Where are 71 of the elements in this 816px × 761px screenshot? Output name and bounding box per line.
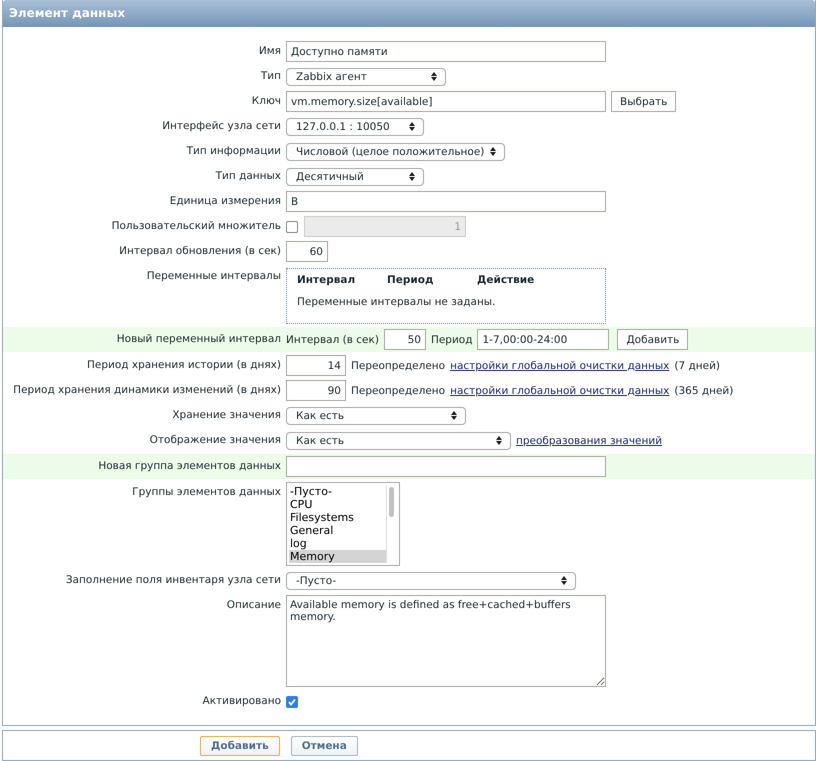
column-header: Интервал [297, 274, 356, 286]
dropdown[interactable]: Как есть [286, 406, 466, 424]
field-label: Группы элементов данных [131, 485, 281, 500]
dropdown[interactable]: Как есть [286, 432, 511, 450]
updown-arrow-icon [496, 436, 502, 445]
days-note: (365 дней) [674, 384, 734, 396]
list-item[interactable]: log [289, 537, 386, 550]
updown-arrow-icon [561, 576, 567, 585]
list-item[interactable]: Memory [289, 550, 386, 563]
updown-arrow-icon [451, 411, 457, 420]
field-label: Интерфейс узла сети [161, 119, 281, 134]
override-note: Переопределено [351, 384, 446, 396]
field-label: Переменные интервалы [146, 269, 281, 284]
field-label: Активировано [202, 694, 281, 709]
field-label: Новая группа элементов данных [97, 459, 281, 474]
list-item[interactable]: Filesystems [289, 511, 386, 524]
days-field[interactable]: 14 [286, 355, 346, 376]
description-textarea[interactable]: Available memory is defined as free+cached+buffers memory. [286, 595, 606, 687]
updown-arrow-icon [409, 122, 415, 131]
field-label: Интервал обновления (в сек) [118, 244, 281, 259]
field-label: Хранение значения [171, 408, 281, 423]
field-label: Период хранения динамики изменений (в днях) [12, 383, 281, 398]
checkbox[interactable] [286, 696, 298, 708]
list-item[interactable]: -Пусто- [289, 485, 386, 498]
dropdown[interactable]: Zabbix агент [286, 68, 446, 86]
field-label: Тип [260, 69, 281, 84]
updown-arrow-icon [431, 72, 437, 81]
dropdown[interactable]: -Пусто- [286, 572, 576, 590]
global-settings-link[interactable]: настройки глобальной очистки данных [450, 384, 670, 396]
field-label: Заполнение поля инвентаря узла сети [64, 573, 281, 588]
text-field[interactable]: Доступно памяти [286, 41, 606, 62]
groups-listbox[interactable]: -Пусто- CPU Filesystems General log Memory [286, 482, 400, 566]
field-label: Тип данных [214, 169, 281, 184]
period-field[interactable]: 1-7,00:00-24:00 [477, 329, 610, 350]
interval-label: Интервал (в сек) [286, 334, 379, 346]
dropdown[interactable]: Десятичный [286, 168, 424, 186]
days-note: (7 дней) [674, 360, 720, 372]
period-label: Период [430, 334, 472, 346]
field-label: Отображение значения [148, 433, 281, 448]
list-item[interactable]: General [289, 524, 386, 537]
field-label: Имя [258, 44, 281, 59]
override-note: Переопределено [351, 360, 446, 372]
select-button[interactable]: Выбрать [611, 91, 676, 112]
field-label: Пользовательский множитель [110, 219, 281, 234]
updown-arrow-icon [490, 147, 496, 156]
field-label: Тип информации [186, 144, 281, 159]
window-title: Элемент данных [3, 0, 815, 27]
field-label: Период хранения истории (в днях) [86, 358, 281, 373]
updown-arrow-icon [409, 172, 415, 181]
field-label: Описание [226, 598, 281, 613]
field-label: Единица измерения [168, 194, 281, 209]
field-label: Новый переменный интервал [116, 332, 281, 347]
link[interactable]: преобразования значений [516, 434, 662, 446]
column-header: Действие [477, 274, 536, 286]
dropdown[interactable]: Числовой (целое положительное) [286, 142, 506, 160]
add-button[interactable]: Добавить [200, 736, 280, 756]
text-field[interactable] [286, 456, 606, 477]
days-field[interactable]: 90 [286, 380, 346, 401]
list-item[interactable]: CPU [289, 498, 386, 511]
dropdown[interactable]: 127.0.0.1 : 10050 [286, 118, 424, 136]
text-field[interactable]: vm.memory.size[available] [286, 91, 606, 112]
number-field[interactable]: 60 [286, 241, 328, 262]
field-label: Ключ [250, 94, 281, 109]
text-field[interactable]: B [286, 191, 606, 212]
global-settings-link[interactable]: настройки глобальной очистки данных [450, 360, 670, 372]
add-button[interactable]: Добавить [617, 329, 688, 350]
scrollbar[interactable] [386, 485, 397, 563]
interval-field[interactable]: 50 [384, 329, 426, 350]
column-header: Период [387, 274, 434, 286]
cancel-button[interactable]: Отмена [290, 736, 358, 756]
empty-message: Переменные интервалы не заданы. [297, 296, 496, 308]
